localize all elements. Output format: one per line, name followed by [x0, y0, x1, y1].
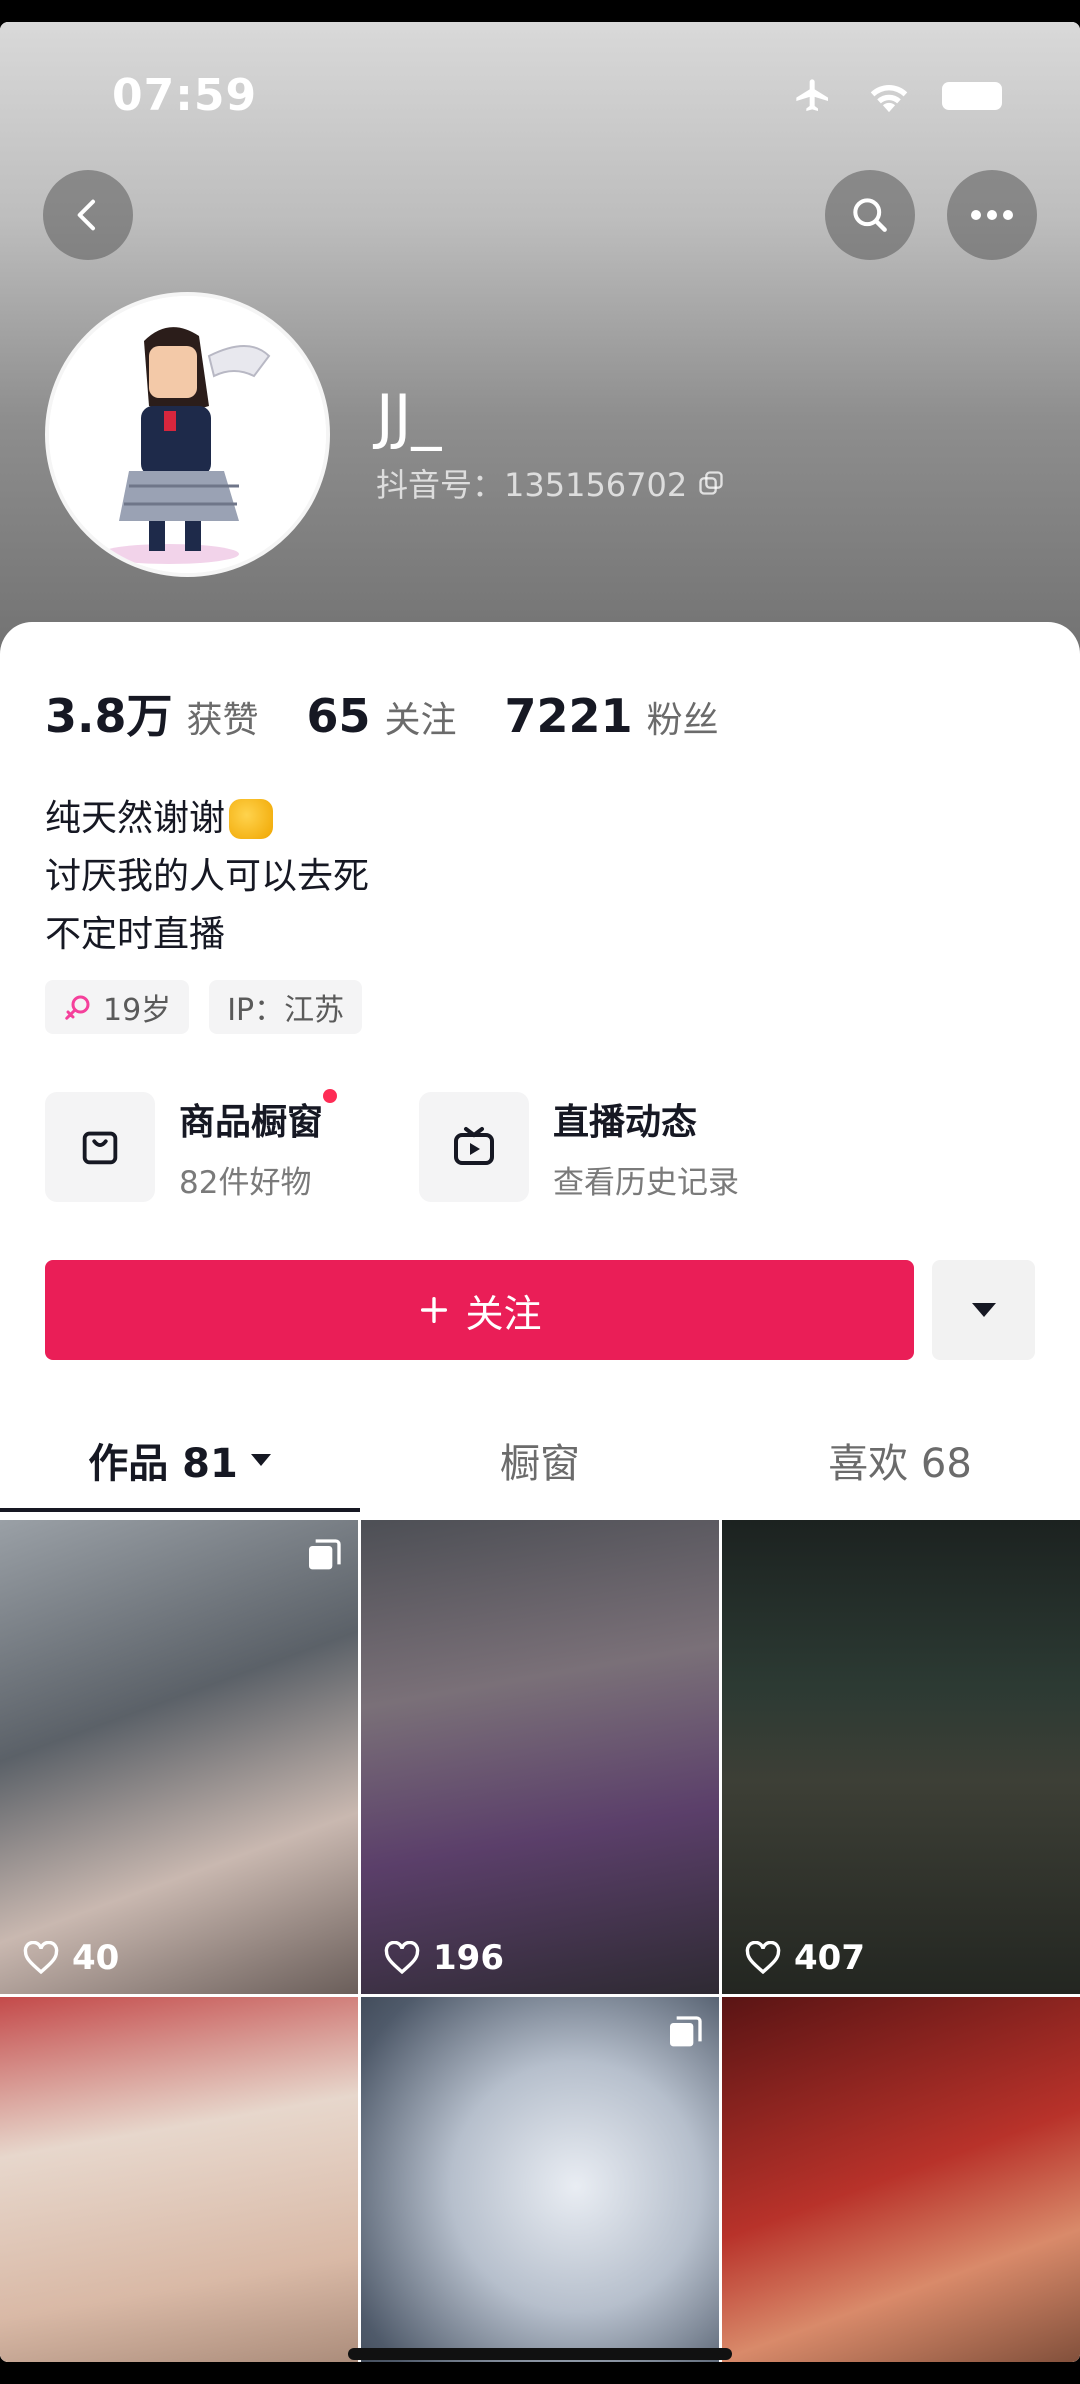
chevron-left-icon	[77, 199, 95, 231]
stat-label: 关注	[384, 700, 457, 741]
female-gender-icon	[65, 995, 90, 1020]
age-text: 19岁	[103, 993, 172, 1028]
heart-icon	[745, 1941, 781, 1975]
shop-window-title: 商品橱窗	[179, 1088, 338, 1145]
bio-text: 不定时直播	[45, 914, 226, 955]
tab-likes[interactable]: 喜欢 68	[720, 1412, 1080, 1508]
shop-window-text: 商品橱窗 82件好物	[179, 1088, 338, 1202]
video-likes: 40	[22, 1938, 119, 1978]
profile-card: 3.8万 获赞 65 关注 7221 粉丝 纯天然谢谢 讨厌我的人可以去死 不定…	[0, 622, 1080, 2362]
caret-down-icon	[250, 1454, 271, 1466]
bio: 纯天然谢谢 讨厌我的人可以去死 不定时直播	[45, 790, 369, 964]
video-thumbnail[interactable]	[361, 1997, 719, 2362]
status-bar: 07:59	[0, 22, 1080, 162]
stat-label: 粉丝	[646, 700, 719, 741]
shop-window-title-text: 商品橱窗	[179, 1101, 324, 1143]
live-history-title: 直播动态	[553, 1101, 698, 1143]
multi-image-icon	[309, 1539, 341, 1570]
stat-number: 3.8万	[45, 689, 173, 743]
recommend-dropdown-button[interactable]	[932, 1260, 1035, 1360]
avatar-illustration	[49, 296, 326, 573]
stat-followers[interactable]: 7221 粉丝	[505, 689, 719, 743]
video-thumbnail[interactable]: 407	[722, 1520, 1080, 1994]
douyin-id-text: 抖音号：135156702	[376, 466, 688, 504]
search-icon	[853, 198, 887, 232]
profile-entries: 商品橱窗 82件好物 直播动态 查看历史记录	[45, 1088, 1035, 1202]
live-history-subtitle: 查看历史记录	[553, 1164, 739, 1201]
ip-text: IP：江苏	[227, 993, 345, 1028]
profile-screen: 07:59 JJ_ 抖音号：135156702 3.8万 获赞 65 关注 72…	[0, 22, 1080, 2362]
avatar[interactable]	[45, 292, 330, 577]
active-tab-indicator	[0, 1508, 360, 1512]
stats-row: 3.8万 获赞 65 关注 7221 粉丝	[45, 680, 719, 746]
tab-works[interactable]: 作品 81	[0, 1412, 360, 1508]
video-thumbnail[interactable]: 196	[361, 1520, 719, 1994]
search-button[interactable]	[825, 170, 915, 260]
stat-number: 65	[306, 689, 371, 743]
tab-showcase[interactable]: 橱窗	[360, 1412, 720, 1508]
video-likes-count: 407	[794, 1938, 865, 1978]
video-thumbnail[interactable]: 40	[0, 1520, 358, 1994]
more-button[interactable]	[947, 170, 1037, 260]
caret-down-icon	[971, 1303, 996, 1317]
stat-following[interactable]: 65 关注	[307, 689, 457, 743]
plus-icon	[421, 1296, 448, 1324]
video-likes: 407	[744, 1938, 865, 1978]
content-tabs: 作品 81 橱窗 喜欢 68	[0, 1412, 1080, 1508]
shop-window-subtitle: 82件好物	[179, 1164, 312, 1201]
bio-text: 纯天然谢谢	[45, 798, 226, 839]
multi-image-icon	[670, 2016, 702, 2047]
tab-showcase-label: 橱窗	[500, 1441, 580, 1487]
stat-number: 7221	[504, 689, 633, 743]
home-indicator[interactable]	[348, 2348, 732, 2360]
follow-button[interactable]: 关注	[45, 1260, 914, 1360]
shopping-bag-icon	[45, 1092, 155, 1202]
tab-likes-label: 喜欢 68	[828, 1441, 972, 1487]
tab-works-label: 作品 81	[88, 1441, 238, 1487]
video-thumbnail[interactable]	[0, 1997, 358, 2362]
video-likes: 196	[383, 1938, 504, 1978]
more-dots-icon	[971, 210, 1013, 220]
age-tag: 19岁	[45, 980, 190, 1034]
battery-icon	[942, 82, 1002, 110]
heart-icon	[384, 1941, 420, 1975]
video-thumbnail[interactable]	[722, 1997, 1080, 2362]
ip-tag: IP：江苏	[209, 980, 363, 1034]
status-time: 07:59	[112, 70, 258, 121]
live-history-entry[interactable]: 直播动态 查看历史记录	[419, 1092, 797, 1202]
video-grid: 40 196 407	[0, 1520, 1080, 2362]
tv-play-icon	[419, 1092, 529, 1202]
stat-label: 获赞	[186, 700, 259, 741]
bio-text: 讨厌我的人可以去死	[45, 856, 370, 897]
back-button[interactable]	[43, 170, 133, 260]
wifi-icon	[870, 85, 908, 113]
profile-tags: 19岁 IP：江苏	[45, 980, 363, 1034]
bio-line: 纯天然谢谢	[45, 790, 369, 848]
video-likes-count: 196	[433, 1938, 504, 1978]
stat-likes[interactable]: 3.8万 获赞	[45, 680, 259, 746]
copy-icon[interactable]	[697, 469, 725, 497]
live-history-text: 直播动态 查看历史记录	[553, 1093, 739, 1202]
status-icons	[790, 76, 1002, 116]
video-likes-count: 40	[72, 1938, 120, 1978]
bio-line: 不定时直播	[45, 906, 369, 964]
follow-button-label: 关注	[465, 1291, 542, 1336]
airplane-icon	[796, 79, 828, 111]
username: JJ_	[376, 382, 442, 452]
heart-icon	[23, 1941, 59, 1975]
shop-window-entry[interactable]: 商品橱窗 82件好物	[45, 1088, 423, 1202]
fist-emoji-icon	[229, 799, 274, 839]
notification-dot	[323, 1088, 338, 1103]
douyin-id[interactable]: 抖音号：135156702	[376, 460, 725, 506]
bio-line: 讨厌我的人可以去死	[45, 848, 369, 906]
